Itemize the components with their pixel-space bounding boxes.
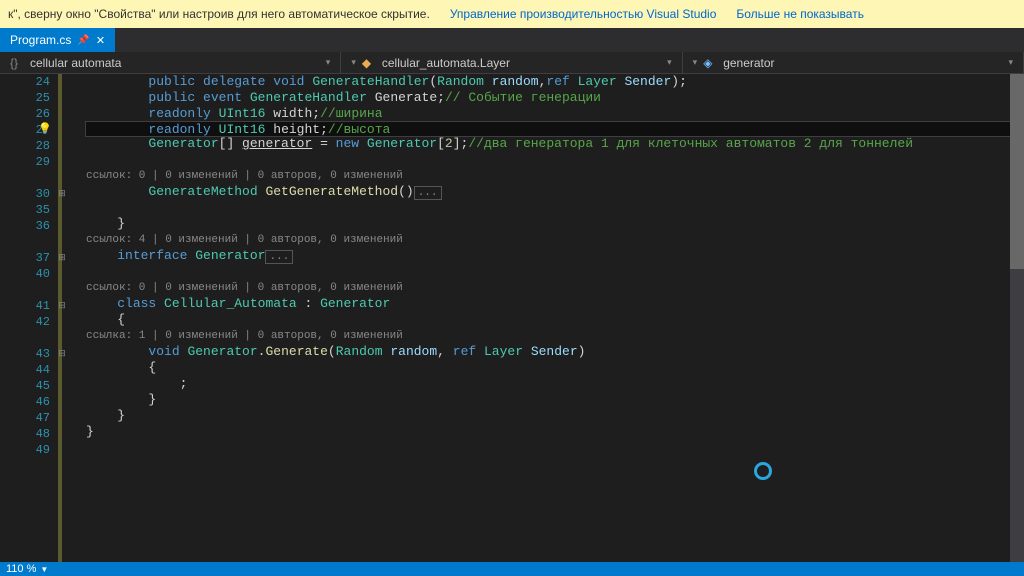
lightbulb-icon[interactable]: 💡 <box>38 122 52 138</box>
zoom-level[interactable]: 110 % <box>6 563 36 575</box>
vertical-scrollbar[interactable] <box>1010 74 1024 562</box>
chevron-down-icon: ▾ <box>693 57 698 68</box>
breadcrumb-namespace[interactable]: {} cellular automata ▾ <box>0 52 341 73</box>
code-area[interactable]: public delegate void GenerateHandler(Ran… <box>80 74 1024 562</box>
pin-icon[interactable]: 📌 <box>77 35 89 46</box>
tab-bar: Program.cs 📌 ✕ <box>0 28 1024 52</box>
status-bar: 110 % ▼ <box>0 562 1024 576</box>
chevron-down-icon: ▾ <box>1008 57 1013 68</box>
code-editor[interactable]: 24 25 26 27💡 28 29 30⊞ 35 36 37⊞ 40 41⊟ … <box>0 74 1024 562</box>
notification-bar: к", сверну окно "Свойства" или настроив … <box>0 0 1024 28</box>
codelens[interactable]: ссылка: 1 | 0 изменений | 0 авторов, 0 и… <box>86 330 403 342</box>
perf-link[interactable]: Управление производительностью Visual St… <box>450 7 717 21</box>
chevron-down-icon: ▾ <box>351 57 356 68</box>
codelens[interactable]: ссылок: 0 | 0 изменений | 0 авторов, 0 и… <box>86 282 403 294</box>
namespace-icon: {} <box>10 56 24 70</box>
fold-icon[interactable]: ⊟ <box>56 346 68 362</box>
class-icon: ◆ <box>362 56 376 70</box>
chevron-down-icon[interactable]: ▼ <box>40 565 48 574</box>
dismiss-link[interactable]: Больше не показывать <box>736 7 864 21</box>
fold-icon[interactable]: ⊞ <box>56 250 68 266</box>
collapsed-region[interactable]: ... <box>414 186 442 200</box>
breadcrumb-class[interactable]: ▾ ◆ cellular_automata.Layer ▾ <box>341 52 682 73</box>
fold-icon[interactable]: ⊞ <box>56 186 68 202</box>
fold-icon[interactable]: ⊟ <box>56 298 68 314</box>
chevron-down-icon: ▾ <box>326 57 331 68</box>
field-icon: ◈ <box>703 56 717 70</box>
codelens[interactable]: ссылок: 0 | 0 изменений | 0 авторов, 0 и… <box>86 170 403 182</box>
busy-cursor-icon <box>754 462 772 480</box>
breadcrumb-bar: {} cellular automata ▾ ▾ ◆ cellular_auto… <box>0 52 1024 74</box>
close-icon[interactable]: ✕ <box>96 34 105 47</box>
tab-label: Program.cs <box>10 33 71 47</box>
fold-margin <box>62 74 80 562</box>
chevron-down-icon: ▾ <box>667 57 672 68</box>
codelens[interactable]: ссылок: 4 | 0 изменений | 0 авторов, 0 и… <box>86 234 403 246</box>
collapsed-region[interactable]: ... <box>265 250 293 264</box>
line-gutter: 24 25 26 27💡 28 29 30⊞ 35 36 37⊞ 40 41⊟ … <box>0 74 62 562</box>
breadcrumb-member[interactable]: ▾ ◈ generator ▾ <box>683 52 1024 73</box>
file-tab[interactable]: Program.cs 📌 ✕ <box>0 28 115 52</box>
notification-text: к", сверну окно "Свойства" или настроив … <box>8 7 430 21</box>
